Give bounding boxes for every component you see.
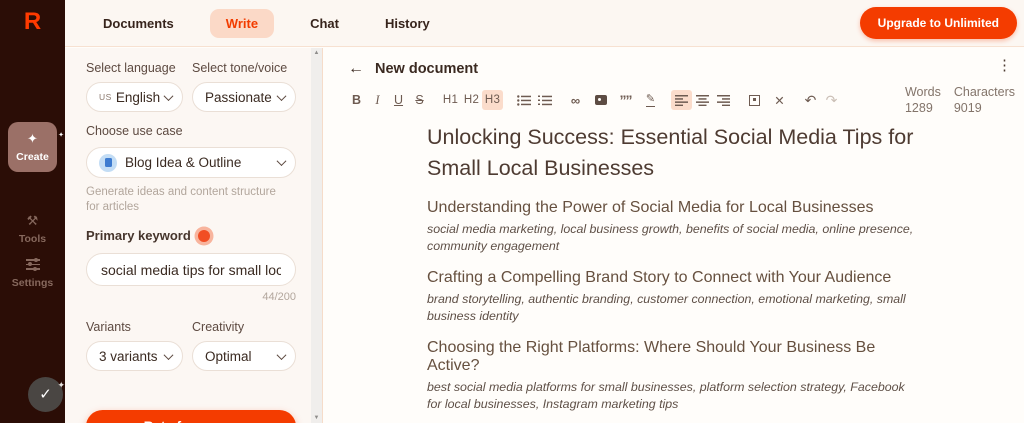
tone-value: Passionate — [205, 89, 272, 105]
h3-button[interactable]: H3 — [482, 90, 503, 110]
h2-button[interactable]: H2 — [461, 90, 482, 110]
align-left-button[interactable] — [671, 90, 692, 110]
document-section-heading[interactable]: Understanding the Power of Social Media … — [427, 199, 917, 217]
redo-button[interactable]: ↷ — [821, 90, 842, 110]
language-flag: US — [99, 92, 112, 102]
document-sections: Understanding the Power of Social Media … — [427, 199, 917, 423]
keyword-char-counter: 44/200 — [262, 291, 296, 303]
sidebar-item-label: Create — [16, 151, 49, 163]
image-icon — [594, 95, 607, 105]
back-arrow-icon[interactable]: ← — [348, 61, 364, 77]
document-section-heading[interactable]: Crafting a Compelling Brand Story to Con… — [427, 269, 917, 287]
upgrade-button[interactable]: Upgrade to Unlimited — [859, 7, 1017, 39]
left-rail: R ✦ Create ⚒ Tools Settings ✓ ✦ — [0, 0, 65, 423]
pen-icon: ✎ — [645, 92, 656, 107]
clock-check-icon: ✓ — [39, 386, 52, 403]
variants-select[interactable]: 3 variants — [86, 341, 183, 371]
words-value: 1289 — [904, 101, 933, 115]
image-button[interactable] — [590, 90, 611, 110]
document-content[interactable]: Unlocking Success: Essential Social Medi… — [427, 122, 917, 423]
link-button[interactable]: ∞ — [565, 90, 586, 110]
sparkles-icon: ✦ — [8, 127, 64, 148]
nav-item-history[interactable]: History — [375, 10, 440, 37]
select-block-button[interactable] — [744, 90, 765, 110]
document-name[interactable]: New document — [375, 61, 478, 77]
use-case-select[interactable]: Blog Idea & Outline — [86, 147, 296, 178]
document-section-keywords[interactable]: best social media platforms for small bu… — [427, 379, 917, 412]
undo-button[interactable]: ↶ — [800, 90, 821, 110]
keyword-status-dot[interactable] — [197, 229, 210, 242]
use-case-help-text: Generate ideas and content structure for… — [86, 186, 276, 213]
arrow-right-icon: → — [225, 419, 239, 423]
language-label: Select language — [86, 61, 176, 75]
sidebar-item-label: Tools — [18, 233, 47, 245]
scroll-down-arrow[interactable]: ▼ — [311, 415, 322, 421]
ryte-for-me-button[interactable]: Ryte for me → — [86, 410, 296, 423]
primary-keyword-input[interactable] — [86, 253, 296, 286]
chevron-down-icon — [276, 156, 287, 167]
app-window: R ✦ Create ⚒ Tools Settings ✓ ✦ Document… — [0, 0, 1024, 423]
kebab-menu-icon[interactable]: ⋮ — [997, 58, 1012, 73]
sidebar-item-label: Settings — [11, 277, 54, 289]
document-section-heading[interactable]: Choosing the Right Platforms: Where Shou… — [427, 339, 917, 375]
sliders-icon — [8, 256, 57, 274]
chevron-down-icon — [276, 349, 287, 360]
ordered-list-button[interactable] — [534, 90, 555, 110]
use-case-label: Choose use case — [86, 124, 183, 138]
wrench-icon: ⚒ — [26, 213, 39, 228]
tone-select[interactable]: Passionate — [192, 82, 296, 112]
variants-value: 3 variants — [99, 348, 158, 364]
sidebar-item-create[interactable]: ✦ Create — [8, 122, 64, 172]
tone-label: Select tone/voice — [192, 61, 288, 75]
italic-button[interactable]: I — [367, 90, 388, 110]
chevron-down-icon — [276, 90, 287, 101]
sidebar-item-settings[interactable]: Settings — [8, 256, 57, 289]
nav-item-documents[interactable]: Documents — [93, 10, 184, 37]
strikethrough-button[interactable]: S — [409, 90, 430, 110]
scroll-up-arrow[interactable]: ▲ — [311, 50, 322, 56]
bullet-list-button[interactable] — [513, 90, 534, 110]
document-section-keywords[interactable]: social media marketing, local business g… — [427, 221, 917, 254]
highlight-pen-button[interactable]: ✎ — [640, 90, 661, 110]
top-navigation: Documents Write Chat History Upgrade to … — [65, 0, 1024, 47]
document-section-keywords[interactable]: brand storytelling, authentic branding, … — [427, 291, 917, 324]
blockquote-button[interactable]: ”” — [615, 90, 636, 110]
words-label: Words — [904, 85, 941, 99]
creativity-label: Creativity — [192, 320, 245, 334]
editor-area: ← New document ⋮ Words 1289 Characters 9… — [323, 48, 1024, 423]
align-right-button[interactable] — [713, 90, 734, 110]
characters-value: 9019 — [953, 101, 982, 115]
generator-form-panel: Select language US English Select tone/v… — [65, 48, 311, 423]
nav-item-chat[interactable]: Chat — [300, 10, 349, 37]
language-value: English — [115, 89, 161, 105]
bold-button[interactable]: B — [346, 90, 367, 110]
align-center-button[interactable] — [692, 90, 713, 110]
document-stats: Words 1289 Characters 9019 — [905, 84, 1015, 116]
blog-doc-icon — [99, 153, 117, 172]
creativity-select[interactable]: Optimal — [192, 341, 296, 371]
primary-keyword-label: Primary keyword — [86, 228, 191, 243]
nav-item-write[interactable]: Write — [209, 8, 275, 38]
sparkle-icon: ✦ — [57, 380, 65, 390]
chevron-down-icon — [163, 349, 174, 360]
brand-logo[interactable]: R — [0, 8, 65, 36]
history-timer-badge[interactable]: ✓ ✦ — [28, 377, 65, 412]
ryte-button-label: Ryte for me — [144, 419, 218, 423]
characters-label: Characters — [953, 85, 1015, 99]
creativity-value: Optimal — [205, 348, 252, 364]
sidebar-item-tools[interactable]: ⚒ Tools — [8, 212, 57, 245]
panel-scrollbar[interactable]: ▲ ▼ — [311, 48, 322, 423]
document-h1-title[interactable]: Unlocking Success: Essential Social Medi… — [427, 122, 917, 184]
use-case-value: Blog Idea & Outline — [125, 155, 242, 170]
variants-label: Variants — [86, 320, 131, 334]
clear-format-button[interactable]: ✕ — [769, 90, 790, 110]
selection-square-icon — [749, 94, 760, 106]
h1-button[interactable]: H1 — [440, 90, 461, 110]
language-select[interactable]: US English — [86, 82, 183, 112]
underline-button[interactable]: U — [388, 90, 409, 110]
nav-tabs: Documents Write Chat History — [93, 8, 440, 38]
chevron-down-icon — [163, 90, 174, 101]
